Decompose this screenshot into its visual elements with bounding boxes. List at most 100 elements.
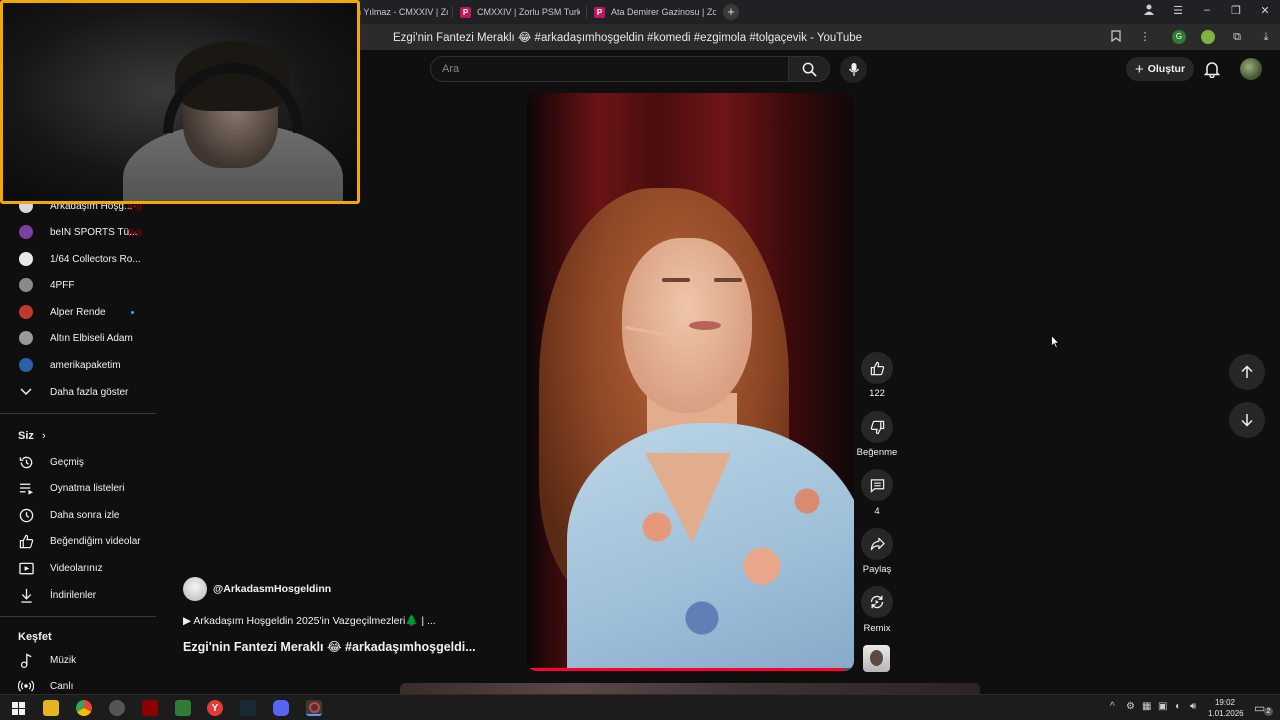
playlist-link[interactable]: ▶ Arkadaşım Hoşgeldin 2025'in Vazgeçilme…: [183, 614, 436, 627]
microphone-tray-icon[interactable]: ◖: [1174, 701, 1180, 712]
channel-avatar[interactable]: [183, 577, 207, 601]
voice-search-button[interactable]: [840, 56, 867, 83]
subscription-item[interactable]: Altın Elbiseli Adam: [0, 325, 156, 351]
arrow-down-icon: [1241, 414, 1253, 427]
profile-icon[interactable]: [1141, 4, 1157, 18]
menu-icon[interactable]: ☰: [1170, 4, 1186, 17]
short-video-player[interactable]: [527, 93, 854, 671]
video-subject-face: [622, 238, 752, 413]
liked-videos-icon: [18, 533, 34, 549]
create-label: Oluştur: [1147, 63, 1186, 75]
search-input[interactable]: Ara: [430, 56, 788, 82]
arrow-up-icon: [1241, 365, 1253, 378]
video-progress-bar[interactable]: [527, 668, 854, 671]
share-button[interactable]: [861, 528, 893, 560]
channel-handle[interactable]: @ArkadasmHosgeldinn: [213, 583, 331, 595]
remix-icon: [870, 595, 884, 609]
comments-button[interactable]: [861, 469, 893, 501]
download-icon[interactable]: ⤓: [1259, 30, 1273, 44]
show-more-button[interactable]: Daha fazla göster: [0, 379, 156, 405]
bookmark-icon[interactable]: [1109, 30, 1123, 44]
notifications-button[interactable]: [1203, 60, 1221, 79]
previous-short-button[interactable]: [1229, 354, 1265, 390]
plus-icon: +: [1134, 60, 1144, 78]
file-explorer-icon[interactable]: [43, 700, 59, 716]
browser-tab[interactable]: P CMXXIV | Zorlu PSM Turkc: [460, 2, 580, 22]
minimize-icon[interactable]: –: [1199, 4, 1215, 16]
channel-avatar: [18, 224, 34, 240]
extension-icon[interactable]: G: [1172, 30, 1186, 44]
search-icon: [802, 62, 817, 77]
new-tab-button[interactable]: +: [723, 4, 739, 20]
app-icon[interactable]: [109, 700, 125, 716]
your-videos-icon: [18, 560, 34, 576]
restore-icon[interactable]: ❐: [1228, 4, 1244, 17]
subscription-label: 1/64 Collectors Ro...: [50, 253, 141, 265]
tray-app-icon[interactable]: ▣: [1158, 701, 1167, 712]
subscription-item[interactable]: 1/64 Collectors Ro...: [0, 246, 156, 272]
browser-tab[interactable]: P Ata Demirer Gazinosu | Zo: [594, 2, 716, 22]
remix-button[interactable]: [861, 586, 893, 618]
create-button[interactable]: + Oluştur: [1126, 57, 1194, 81]
tab-favicon-icon: P: [460, 6, 471, 18]
search-button[interactable]: [788, 56, 830, 82]
clock-time: 19:02: [1214, 698, 1236, 707]
tray-overflow-icon[interactable]: ^: [1110, 701, 1115, 712]
subscription-item[interactable]: Alper Rende: [0, 299, 156, 325]
extensions-puzzle-icon[interactable]: ⧉: [1230, 30, 1244, 44]
subscription-label: amerikapaketim: [50, 359, 121, 371]
tab-label: n Yılmaz - CMXXIV | Zo: [356, 7, 448, 17]
sidebar-item-liked-videos[interactable]: Beğendiğim videolar: [0, 528, 156, 554]
search-placeholder: Ara: [442, 63, 460, 75]
tray-app-icon[interactable]: ▦: [1142, 701, 1151, 712]
show-more-label: Daha fazla göster: [50, 386, 129, 398]
tray-app-icon[interactable]: ⚙: [1126, 701, 1135, 712]
channel-avatar: [18, 357, 34, 373]
chevron-down-icon: [18, 384, 34, 400]
sidebar-item-playlists[interactable]: Oynatma listeleri: [0, 475, 156, 501]
subscription-item[interactable]: amerikapaketim: [0, 352, 156, 378]
comment-icon: [870, 478, 884, 493]
sidebar-item-music[interactable]: Müzik: [0, 647, 156, 673]
close-icon[interactable]: ✕: [1257, 4, 1273, 17]
sidebar-item-label: Oynatma listeleri: [50, 482, 125, 494]
chrome-icon[interactable]: [76, 700, 92, 716]
sidebar-item-downloads[interactable]: İndirilenler: [0, 582, 156, 608]
video-title[interactable]: Ezgi'nin Fantezi Meraklı 😂 #arkadaşımhoş…: [183, 639, 476, 654]
start-icon[interactable]: [10, 700, 26, 716]
watch-later-icon: [18, 507, 34, 523]
sidebar-item-your-videos[interactable]: Videolarınız: [0, 555, 156, 581]
remix-label: Remix: [863, 623, 891, 634]
obs-icon[interactable]: [306, 700, 322, 716]
playlists-icon: [18, 480, 34, 496]
system-clock[interactable]: 19:02 1.01.2026: [1208, 697, 1244, 719]
chevron-right-icon: ›: [41, 430, 46, 442]
next-short-button[interactable]: [1229, 402, 1265, 438]
you-section-heading[interactable]: Siz ›: [18, 430, 46, 442]
yandex-icon[interactable]: Y: [207, 700, 223, 716]
sidebar-item-label: Geçmiş: [50, 456, 84, 468]
sidebar-item-history[interactable]: Geçmiş: [0, 449, 156, 475]
subscription-item[interactable]: beIN SPORTS Tü... ((•)): [0, 219, 156, 245]
steam-icon[interactable]: [240, 700, 256, 716]
subscription-item[interactable]: 4PFF: [0, 272, 156, 298]
sidebar-item-watch-later[interactable]: Daha sonra izle: [0, 502, 156, 528]
extension-icon[interactable]: [1201, 30, 1215, 44]
tab-divider: [586, 6, 587, 18]
subscription-label: Altın Elbiseli Adam: [50, 332, 133, 344]
more-options-icon[interactable]: ⋮: [1138, 30, 1152, 44]
store-icon[interactable]: [175, 700, 191, 716]
account-avatar[interactable]: [1240, 58, 1262, 80]
like-button[interactable]: [861, 352, 893, 384]
sidebar-item-label: Daha sonra izle: [50, 509, 120, 521]
dislike-button[interactable]: [861, 411, 893, 443]
thumbs-down-icon: [870, 420, 884, 434]
audio-source-thumbnail[interactable]: [863, 645, 890, 672]
app-icon[interactable]: [142, 700, 158, 716]
volume-icon[interactable]: 🔊︎: [1190, 701, 1196, 712]
sidebar-divider: [0, 413, 156, 414]
notification-count-badge: 2: [1264, 707, 1273, 716]
browser-tab[interactable]: n Yılmaz - CMXXIV | Zo: [356, 2, 448, 22]
discord-icon[interactable]: [273, 700, 289, 716]
sidebar: Arkadaşım Hoşg... ((•)) beIN SPORTS Tü..…: [0, 196, 160, 694]
